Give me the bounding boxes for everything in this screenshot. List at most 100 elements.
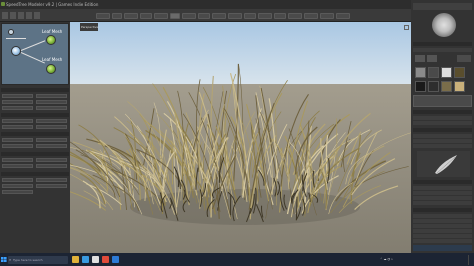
toolbar-button-7[interactable] <box>182 13 196 19</box>
leaf-mesh-node-1[interactable] <box>46 35 56 45</box>
property-field[interactable] <box>2 178 33 182</box>
settings-icon[interactable] <box>34 12 40 19</box>
material-swatch[interactable] <box>441 67 452 78</box>
app-icon[interactable] <box>102 256 109 263</box>
viewport-tab[interactable]: Perspective <box>80 23 98 31</box>
panel-row[interactable] <box>413 219 472 223</box>
toolbar-button-5[interactable] <box>154 13 168 19</box>
app-icon[interactable] <box>72 256 79 263</box>
taskbar-item[interactable] <box>226 255 248 265</box>
panel-section-header[interactable] <box>413 42 472 46</box>
property-field[interactable] <box>2 94 33 98</box>
properties-section[interactable] <box>1 113 69 117</box>
panel-row[interactable] <box>413 229 472 233</box>
preview-thumbnail[interactable] <box>432 13 456 37</box>
property-field[interactable] <box>36 138 67 142</box>
toolbar-button-6[interactable] <box>170 13 180 19</box>
material-preview[interactable] <box>415 55 425 62</box>
material-swatch[interactable] <box>454 67 465 78</box>
toolbar-button-13[interactable] <box>274 13 286 19</box>
toolbar-button-3[interactable] <box>124 13 138 19</box>
root-node[interactable] <box>8 29 14 35</box>
system-tray[interactable]: ⌃ ☁ ◔ ⌁ <box>380 256 393 263</box>
panel-row[interactable] <box>413 144 472 148</box>
property-field[interactable] <box>36 144 67 148</box>
properties-section[interactable] <box>1 152 69 156</box>
toolbar-button-9[interactable] <box>212 13 226 19</box>
panel-row[interactable] <box>413 224 472 228</box>
save-icon[interactable] <box>10 12 16 19</box>
material-preview[interactable] <box>427 55 437 62</box>
generator-node[interactable] <box>11 46 21 56</box>
panel-row[interactable] <box>413 234 472 238</box>
3d-viewport[interactable] <box>70 22 411 254</box>
property-field[interactable] <box>36 158 67 162</box>
generator-graph[interactable]: Leaf Mesh Leaf Mesh <box>1 23 69 85</box>
taskbar-item[interactable] <box>200 255 222 265</box>
taskbar-item[interactable] <box>174 255 196 265</box>
taskbar-item[interactable] <box>122 255 144 265</box>
properties-section[interactable] <box>1 172 69 176</box>
toolbar-button-8[interactable] <box>198 13 210 19</box>
panel-row[interactable] <box>413 186 472 190</box>
property-field[interactable] <box>2 164 33 168</box>
taskbar-item[interactable] <box>148 255 170 265</box>
redo-icon[interactable] <box>26 12 32 19</box>
material-swatch[interactable] <box>428 67 439 78</box>
property-field[interactable] <box>36 119 67 123</box>
panel-row[interactable] <box>413 196 472 200</box>
file-menu-icon[interactable] <box>2 12 8 19</box>
property-field[interactable] <box>2 138 33 142</box>
material-swatch[interactable] <box>428 81 439 92</box>
properties-section[interactable] <box>1 132 69 136</box>
toolbar-button-1[interactable] <box>96 13 110 19</box>
toolbar-button-14[interactable] <box>288 13 302 19</box>
property-field[interactable] <box>36 125 67 129</box>
property-field[interactable] <box>2 119 33 123</box>
panel-section-header[interactable] <box>413 110 472 114</box>
property-field[interactable] <box>36 100 67 104</box>
app-icon[interactable] <box>112 256 119 263</box>
leaf-mesh-node-2[interactable] <box>46 64 56 74</box>
property-field[interactable] <box>36 184 67 188</box>
panel-row[interactable] <box>413 116 472 120</box>
undo-icon[interactable] <box>18 12 24 19</box>
property-field[interactable] <box>36 178 67 182</box>
app-icon[interactable] <box>82 256 89 263</box>
toolbar-button-11[interactable] <box>244 13 256 19</box>
property-field[interactable] <box>2 144 33 148</box>
toolbar-button-2[interactable] <box>112 13 122 19</box>
material-swatch[interactable] <box>415 81 426 92</box>
property-field[interactable] <box>36 164 67 168</box>
property-field[interactable] <box>36 94 67 98</box>
toolbar-button-17[interactable] <box>336 13 350 19</box>
panel-row[interactable] <box>413 239 472 243</box>
panel-row[interactable] <box>413 139 472 143</box>
panel-row[interactable] <box>413 134 472 138</box>
panel-row[interactable] <box>413 191 472 195</box>
windows-start-icon[interactable] <box>1 256 7 263</box>
app-icon[interactable] <box>92 256 99 263</box>
taskbar-item[interactable] <box>304 255 326 265</box>
leaf-texture-preview[interactable] <box>417 151 470 177</box>
viewport-gizmo-icon[interactable] <box>404 25 409 30</box>
taskbar-item[interactable] <box>252 255 274 265</box>
taskbar-item[interactable] <box>278 255 300 265</box>
material-swatch[interactable] <box>441 81 452 92</box>
panel-section-header[interactable] <box>413 180 472 184</box>
property-field[interactable] <box>2 125 33 129</box>
taskbar-search-input[interactable]: Type here to search <box>8 256 68 264</box>
panel-section-header[interactable] <box>413 128 472 132</box>
panel-row[interactable] <box>413 121 472 125</box>
panel-row[interactable] <box>413 201 472 205</box>
taskbar-item[interactable] <box>330 255 352 265</box>
panel-row[interactable] <box>413 48 472 52</box>
toolbar-button-12[interactable] <box>258 13 272 19</box>
material-swatch[interactable] <box>415 67 426 78</box>
show-desktop-button[interactable] <box>468 255 473 265</box>
property-field[interactable] <box>2 184 33 188</box>
toolbar-button-10[interactable] <box>228 13 242 19</box>
property-field[interactable] <box>2 158 33 162</box>
property-field[interactable] <box>2 190 33 194</box>
material-preview[interactable] <box>457 55 471 62</box>
